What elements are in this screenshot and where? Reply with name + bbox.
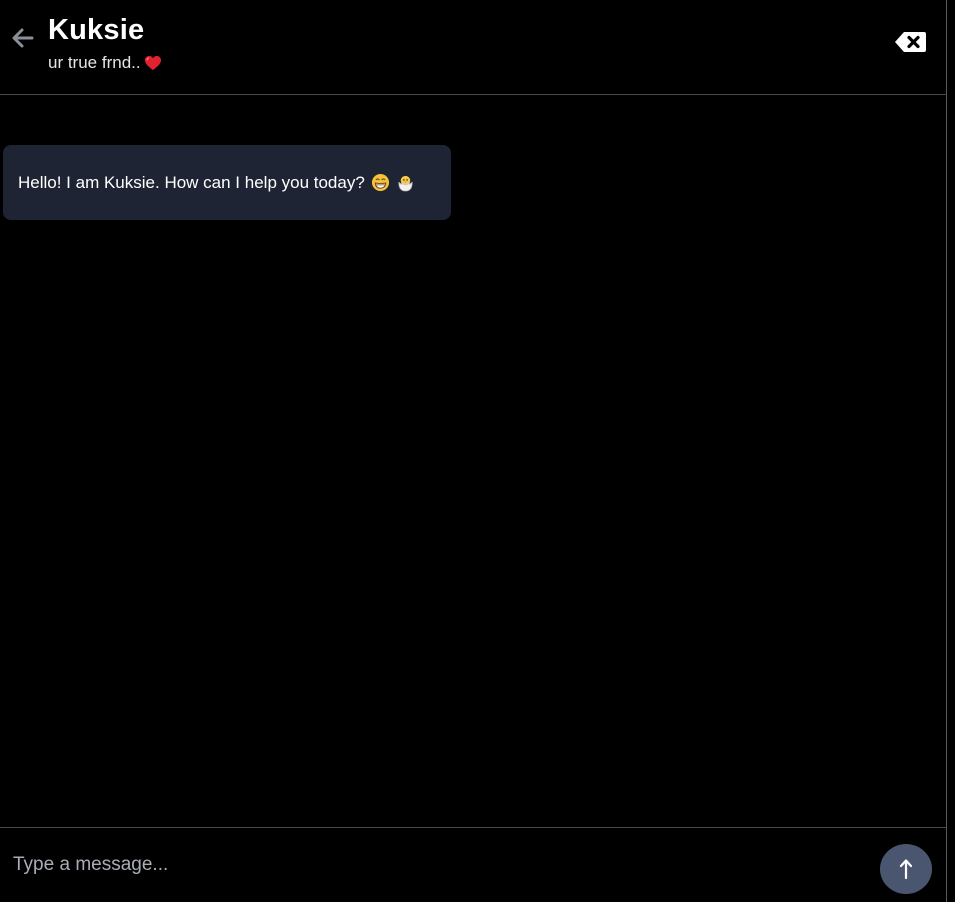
hatching-chick-icon xyxy=(398,175,413,192)
bot-message-bubble: Hello! I am Kuksie. How can I help you t… xyxy=(3,145,451,220)
message-text: Hello! I am Kuksie. How can I help you t… xyxy=(18,172,365,192)
grinning-face-icon xyxy=(371,173,389,192)
message-input[interactable] xyxy=(0,840,860,890)
message-list: Hello! I am Kuksie. How can I help you t… xyxy=(0,96,947,827)
arrow-up-icon xyxy=(899,859,913,880)
chat-title: Kuksie xyxy=(48,14,145,46)
red-heart-icon xyxy=(144,55,161,71)
chat-subtitle: ur true frnd.. xyxy=(48,53,162,73)
clear-chat-button[interactable] xyxy=(894,30,928,54)
message-composer xyxy=(0,827,947,902)
chat-header: Kuksie ur true frnd.. xyxy=(0,0,947,95)
backspace-x-icon xyxy=(895,32,926,52)
chat-app: Kuksie ur true frnd.. Hello! I am Kuksie… xyxy=(0,0,947,902)
back-button[interactable] xyxy=(10,26,36,50)
subtitle-text: ur true frnd.. xyxy=(48,53,141,72)
send-button[interactable] xyxy=(880,844,932,894)
arrow-left-icon xyxy=(12,28,34,48)
